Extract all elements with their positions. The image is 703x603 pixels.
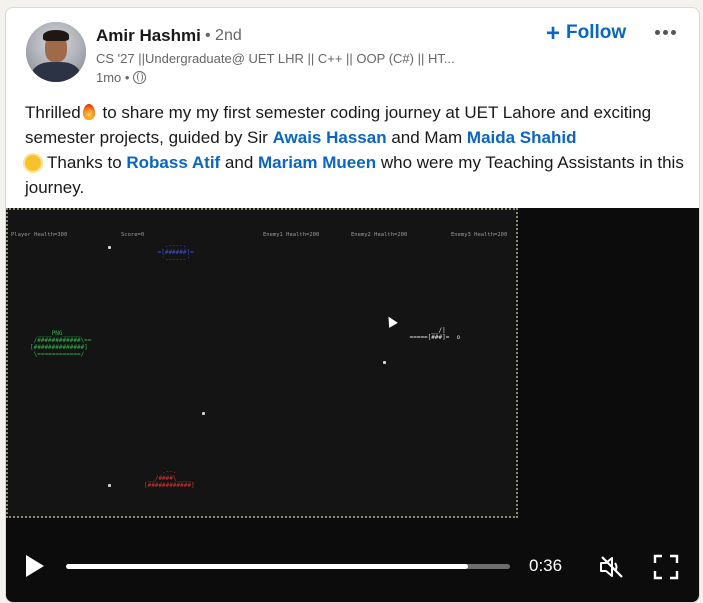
enemy3-health-text: Enemy3 Health=200 <box>451 232 508 238</box>
enemy-ship-blue: .----. =[######]= '------' <box>157 242 194 263</box>
author-avatar[interactable] <box>26 22 86 82</box>
enemy1-health-text: Enemy1 Health=200 <box>263 232 320 238</box>
follow-label: Follow <box>566 22 627 43</box>
follow-button[interactable]: + Follow <box>546 19 627 47</box>
player-health-text: Player Health=300 <box>11 232 68 238</box>
post-text-part: Thanks to <box>47 153 127 172</box>
game-frame: Player Health=300 Score=0 Enemy1 Health=… <box>6 208 518 518</box>
play-icon[interactable] <box>26 555 44 577</box>
video-progress-fill <box>66 564 468 569</box>
player-ship: ____PNG_____ /############\== [#########… <box>30 330 92 358</box>
enemy2-health-text: Enemy2 Health=200 <box>351 232 408 238</box>
author-name[interactable]: Amir Hashmi <box>96 26 201 46</box>
post-text-part: Thrilled <box>25 103 81 122</box>
video-controls: 0:36 <box>6 548 699 588</box>
bullet <box>202 412 205 415</box>
video-time: 0:36 <box>529 556 563 575</box>
mention-awais-hassan[interactable]: Awais Hassan <box>273 128 387 147</box>
fullscreen-icon[interactable] <box>653 554 679 580</box>
enemy-ship-red: .--. __/####\____ [############] <box>144 468 195 489</box>
mouse-cursor-icon <box>384 314 398 328</box>
sun-emoji-icon <box>25 155 41 171</box>
author-headline: CS '27 ||Undergraduate@ UET LHR || C++ |… <box>96 51 455 66</box>
volume-muted-icon[interactable] <box>598 554 626 580</box>
mention-maida-shahid[interactable]: Maida Shahid <box>467 128 577 147</box>
bullet <box>108 484 111 487</box>
bullet <box>108 246 111 249</box>
video-progress-bar[interactable] <box>66 564 510 569</box>
post-meta: 1mo • <box>96 70 147 85</box>
post-card: Amir Hashmi • 2nd CS '27 ||Undergraduate… <box>5 7 700 603</box>
enemy-ship-white: __/| =====[###]= o <box>409 327 461 341</box>
mention-mariam-mueen[interactable]: Mariam Mueen <box>258 153 376 172</box>
post-text-part: and Mam <box>386 128 467 147</box>
post-text: Thrilled to share my my first semester c… <box>25 100 685 200</box>
post-text-part: and <box>220 153 259 172</box>
player-tag: PNG <box>51 330 63 337</box>
bullet <box>383 361 386 364</box>
plus-icon: + <box>546 19 561 47</box>
more-options-icon[interactable] <box>647 20 683 44</box>
mention-robass-atif[interactable]: Robass Atif <box>126 153 220 172</box>
video-player[interactable]: Player Health=300 Score=0 Enemy1 Health=… <box>6 208 699 602</box>
connection-degree: • 2nd <box>205 27 242 44</box>
fire-emoji-icon <box>82 104 95 120</box>
globe-icon <box>133 71 147 84</box>
post-time: 1mo • <box>96 70 130 85</box>
score-text: Score=0 <box>121 232 145 238</box>
